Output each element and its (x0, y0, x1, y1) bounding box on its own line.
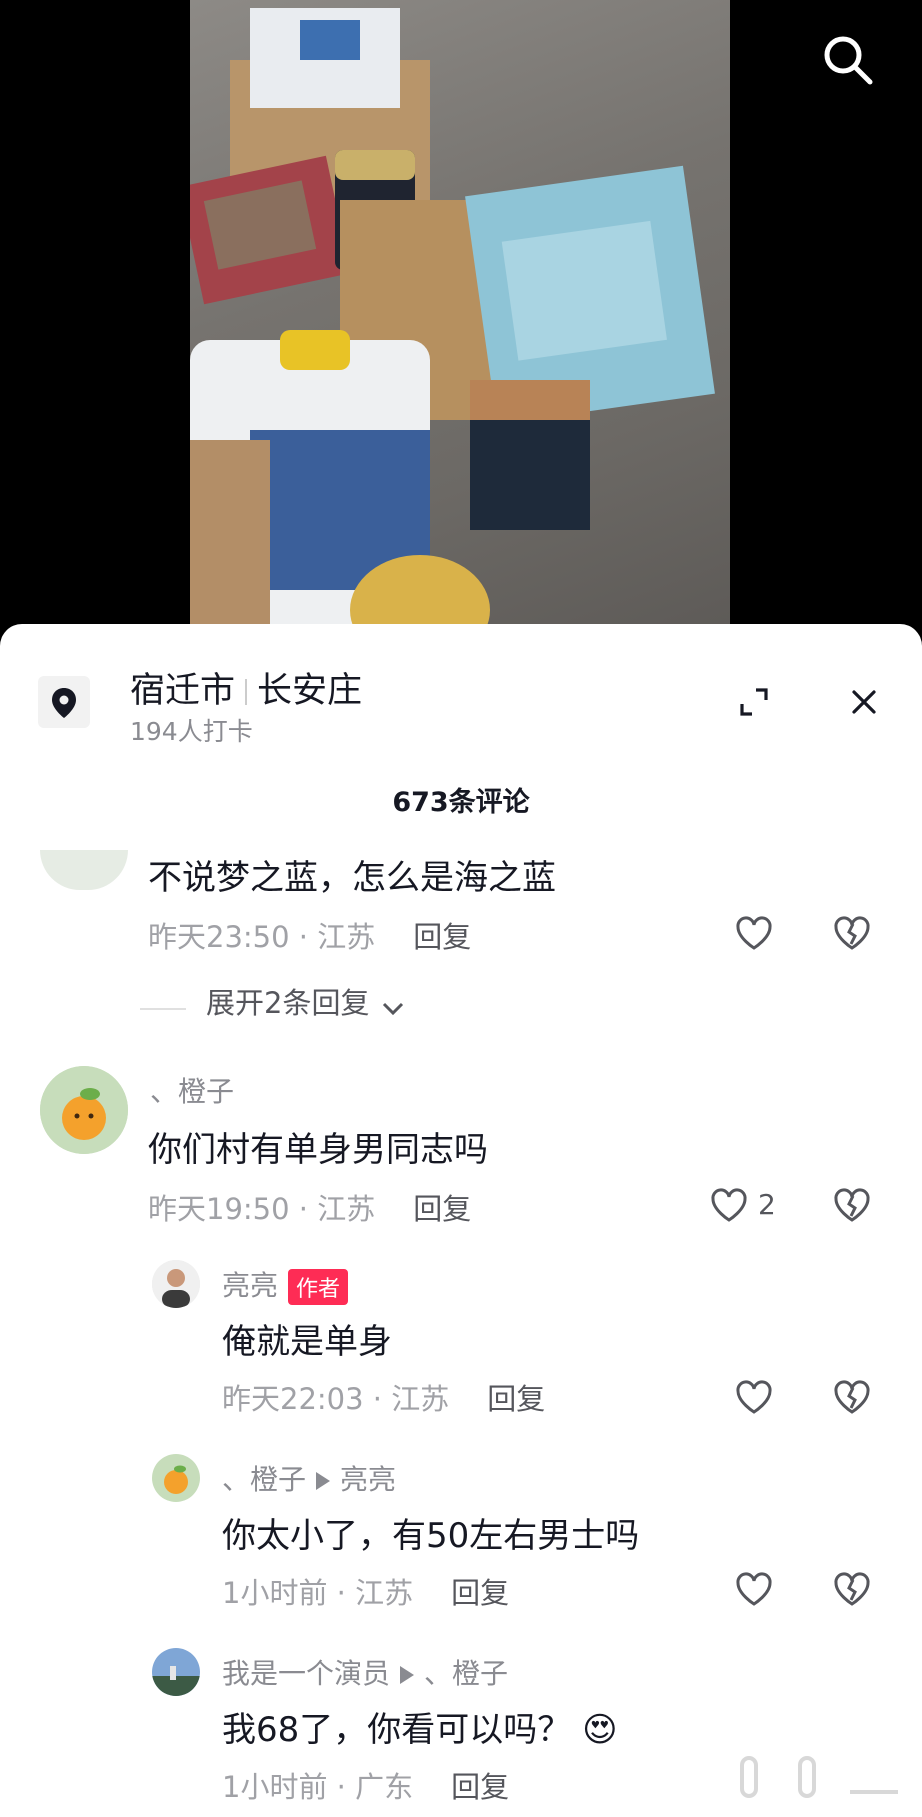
heart-icon[interactable] (708, 1184, 750, 1226)
meta-separator: · (289, 920, 318, 954)
expand-button[interactable] (734, 682, 774, 722)
broken-heart-icon[interactable] (831, 1376, 873, 1418)
comment-time: 昨天19:50 (148, 1192, 290, 1226)
orange-avatar-icon (40, 1066, 128, 1154)
reply-username-text: 、橙子 (222, 1463, 307, 1496)
reply-username[interactable]: 亮亮 作者 (222, 1264, 349, 1305)
reply-region: 江苏 (355, 1576, 414, 1610)
reply-to-arrow-icon (316, 1472, 331, 1490)
person-avatar-icon (152, 1260, 200, 1308)
reply-button[interactable]: 回复 (451, 1770, 509, 1804)
reply-time: 1小时前 (222, 1770, 328, 1804)
expand-icon (740, 688, 768, 716)
reply-button[interactable]: 回复 (451, 1576, 509, 1610)
reply-username[interactable]: 我是一个演员 、橙子 (222, 1652, 508, 1692)
broken-heart-icon[interactable] (831, 1184, 873, 1226)
reply-region: 江苏 (391, 1382, 450, 1416)
comment-region: 江苏 (317, 1192, 376, 1226)
comment-avatar[interactable] (40, 1066, 128, 1154)
reply-meta: 昨天22:03 · 江苏 回复 (222, 1376, 545, 1418)
comment-region: 江苏 (317, 920, 376, 954)
broken-heart-icon[interactable] (831, 912, 873, 954)
heart-icon[interactable] (733, 912, 775, 954)
reply-to-arrow-icon (400, 1666, 415, 1684)
reply-to-username: 、橙子 (424, 1657, 509, 1690)
watermark-logo (740, 1756, 898, 1798)
reply-avatar[interactable] (152, 1260, 200, 1308)
location-separator (245, 679, 248, 705)
comment-text: 你们村有单身男同志吗 (148, 1130, 488, 1170)
comment-time: 昨天23:50 (148, 920, 290, 954)
video-player[interactable] (0, 0, 922, 640)
heart-icon[interactable] (733, 1568, 775, 1610)
reply-text: 你太小了，有50左右男士吗 (222, 1516, 640, 1556)
expand-replies[interactable]: 展开2条回复 (140, 980, 407, 1022)
author-badge: 作者 (288, 1269, 349, 1305)
expand-replies-line (140, 1007, 186, 1010)
comment-sheet: 宿迁市 长安庄 194人打卡 673条评论 不说梦之蓝，怎么是海之蓝 昨天23:5… (0, 624, 922, 1817)
reply-text-content: 我68了，你看可以吗？ (222, 1710, 572, 1750)
comment-meta: 昨天23:50 · 江苏 回复 (148, 914, 471, 956)
close-button[interactable] (844, 682, 884, 722)
search-button[interactable] (818, 30, 878, 90)
meta-separator: · (289, 1192, 318, 1226)
reply-time: 1小时前 (222, 1576, 328, 1610)
reply-meta: 1小时前 · 江苏 回复 (222, 1570, 509, 1612)
reply-button[interactable]: 回复 (413, 1192, 471, 1226)
location-pin-icon (52, 688, 76, 718)
comment-username[interactable]: 、橙子 (150, 1070, 234, 1110)
reply-text: 我68了，你看可以吗？ 😍 (222, 1702, 618, 1751)
location-place: 长安庄 (257, 671, 363, 711)
reply-meta: 1小时前 · 广东 回复 (222, 1764, 509, 1806)
expand-replies-label: 展开2条回复 (206, 986, 370, 1020)
landscape-avatar-icon (152, 1648, 200, 1696)
video-frame (190, 0, 730, 640)
reply-avatar[interactable] (152, 1648, 200, 1696)
comment-text: 不说梦之蓝，怎么是海之蓝 (148, 858, 556, 898)
location-checkins: 194人打卡 (130, 717, 253, 746)
location-icon-box[interactable] (38, 676, 90, 728)
orange-avatar-icon (152, 1454, 200, 1502)
location-title[interactable]: 宿迁市 长安庄 (130, 662, 362, 713)
reply-username[interactable]: 、橙子 亮亮 (222, 1458, 396, 1498)
reply-button[interactable]: 回复 (413, 920, 471, 954)
reply-avatar[interactable] (152, 1454, 200, 1502)
close-icon (852, 690, 876, 714)
comment-avatar[interactable] (40, 850, 128, 890)
reply-username-text: 我是一个演员 (222, 1657, 391, 1690)
reply-button[interactable]: 回复 (487, 1382, 545, 1416)
comments-count-title: 673条评论 (392, 787, 530, 818)
reply-to-username: 亮亮 (340, 1463, 397, 1496)
chevron-down-icon (382, 1002, 403, 1015)
heart-eyes-emoji: 😍 (582, 1710, 618, 1750)
video-content-image (190, 8, 715, 640)
reply-username-text: 亮亮 (222, 1269, 279, 1302)
location-city: 宿迁市 (130, 671, 236, 711)
broken-heart-icon[interactable] (831, 1568, 873, 1610)
meta-separator: · (327, 1576, 356, 1610)
like-count: 2 (758, 1188, 776, 1221)
meta-separator: · (363, 1382, 392, 1416)
meta-separator: · (327, 1770, 356, 1804)
reply-time: 昨天22:03 (222, 1382, 364, 1416)
reply-text: 俺就是单身 (222, 1322, 392, 1362)
heart-icon[interactable] (733, 1376, 775, 1418)
search-icon (824, 36, 873, 85)
comment-meta: 昨天19:50 · 江苏 回复 (148, 1186, 471, 1228)
reply-region: 广东 (355, 1770, 414, 1804)
